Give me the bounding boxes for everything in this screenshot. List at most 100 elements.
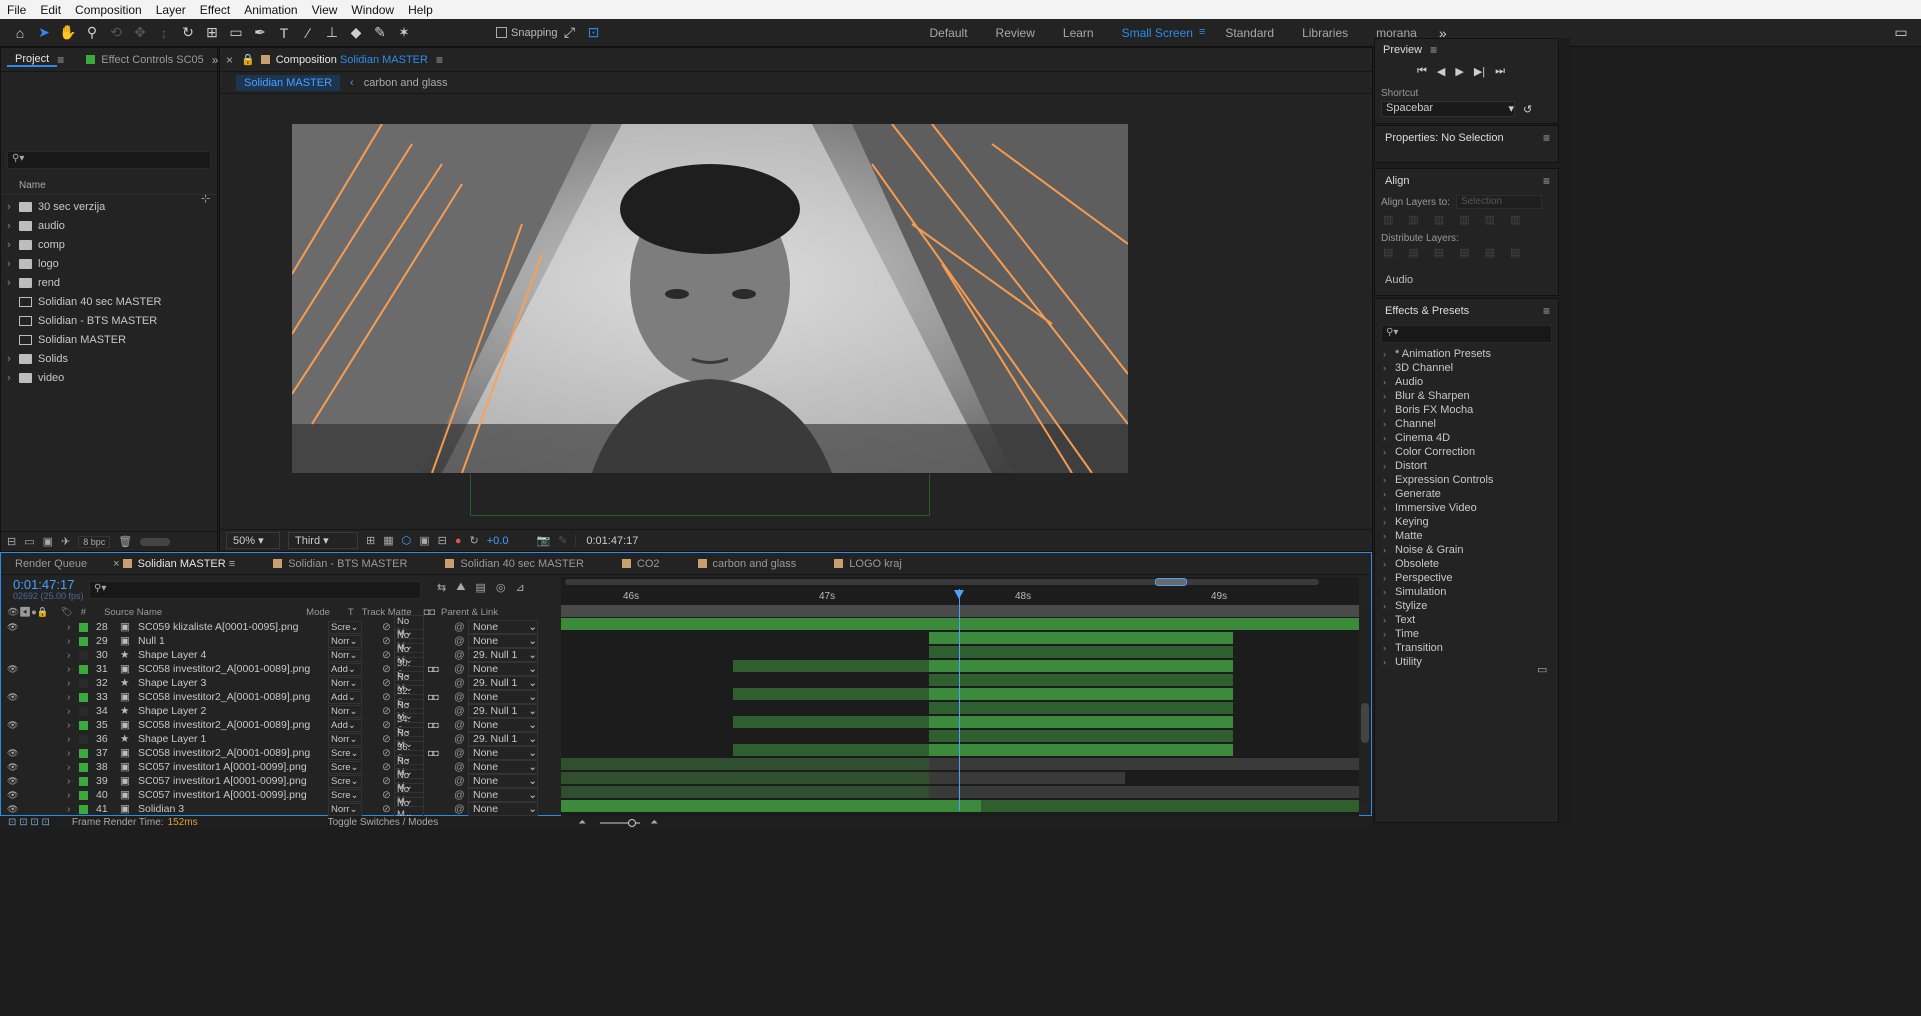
- chevron-right-icon[interactable]: ›: [1383, 447, 1395, 457]
- chevron-right-icon[interactable]: ›: [1383, 475, 1395, 485]
- orbit-tool-icon[interactable]: ⟲: [104, 22, 128, 44]
- bpc-label[interactable]: 8 bpc: [78, 535, 111, 548]
- layer-duration-bar[interactable]: [561, 618, 1359, 630]
- eraser-tool-icon[interactable]: ◆: [344, 22, 368, 44]
- menu-help[interactable]: Help: [401, 3, 440, 17]
- av-features-icon[interactable]: 👁◀●🔒: [7, 607, 49, 618]
- layer-row[interactable]: 👁 › 40 ▣ SC057 investitor1 A[0001-0099].…: [1, 783, 561, 807]
- pickwhip-icon[interactable]: @: [454, 775, 468, 787]
- puppet-tool-icon[interactable]: ✶: [392, 22, 416, 44]
- previous-frame-icon[interactable]: ◀: [1437, 65, 1445, 78]
- blend-mode-dropdown[interactable]: Norr⌄: [328, 676, 362, 690]
- layer-name[interactable]: SC057 investitor1 A[0001-0099].png: [138, 761, 328, 773]
- playhead-icon[interactable]: [954, 590, 964, 599]
- disclosure-chevron-icon[interactable]: ›: [7, 239, 13, 251]
- exposure-value[interactable]: +0.0: [487, 535, 509, 547]
- snapshot-icon[interactable]: 📷: [536, 534, 550, 547]
- effects-category[interactable]: › Utility: [1375, 655, 1558, 669]
- expand-chevron-icon[interactable]: ›: [67, 621, 77, 633]
- expand-chevron-icon[interactable]: ›: [67, 803, 77, 815]
- snap-grid-icon[interactable]: ⊡: [582, 22, 606, 44]
- layer-label-color[interactable]: [79, 734, 88, 744]
- layer-duration-bar[interactable]: [929, 730, 1233, 742]
- workspace-standard[interactable]: Standard: [1211, 26, 1288, 40]
- pickwhip-icon[interactable]: @: [454, 705, 468, 717]
- layer-row[interactable]: › 36 ★ Shape Layer 1 Norr⌄ ⊘ No M⌄ @ 29.…: [1, 727, 561, 751]
- blend-mode-dropdown[interactable]: Scre⌄: [328, 620, 362, 634]
- timeline-tab[interactable]: CO2: [614, 558, 668, 570]
- parent-dropdown[interactable]: 29. Null 1 ⌄: [468, 648, 538, 662]
- layer-duration-bar[interactable]: [929, 786, 1359, 798]
- blend-mode-dropdown[interactable]: Norr⌄: [328, 648, 362, 662]
- timeline-tab[interactable]: Solidian - BTS MASTER: [265, 558, 415, 570]
- layer-duration-bar[interactable]: [561, 800, 981, 812]
- project-item[interactable]: Solidian - BTS MASTER: [1, 311, 217, 330]
- timeline-tab[interactable]: carbon and glass: [690, 558, 805, 570]
- graph-editor-icon[interactable]: ⊿: [515, 581, 524, 594]
- layer-duration-bar[interactable]: [733, 716, 929, 728]
- blend-mode-dropdown[interactable]: Add⌄: [328, 690, 362, 704]
- lock-icon[interactable]: 🔒: [241, 53, 255, 66]
- effects-menu-icon[interactable]: ≡: [1543, 304, 1550, 318]
- matte-switches[interactable]: ◘◘: [428, 748, 454, 758]
- blend-mode-dropdown[interactable]: Norr⌄: [328, 634, 362, 648]
- effects-category[interactable]: › Audio: [1375, 375, 1558, 389]
- parent-dropdown[interactable]: None ⌄: [468, 802, 538, 816]
- parent-dropdown[interactable]: None ⌄: [468, 718, 538, 732]
- panel-overflow-icon[interactable]: »: [212, 53, 219, 67]
- timeline-tab[interactable]: Solidian 40 sec MASTER: [437, 558, 592, 570]
- shortcut-dropdown[interactable]: Spacebar ▾: [1381, 101, 1515, 117]
- show-snapshot-icon[interactable]: ✎: [558, 534, 567, 547]
- chevron-right-icon[interactable]: ›: [1383, 461, 1395, 471]
- layer-row[interactable]: 👁 › 38 ▣ SC057 investitor1 A[0001-0099].…: [1, 755, 561, 779]
- layer-duration-bar[interactable]: [929, 674, 1233, 686]
- layer-duration-bar[interactable]: [929, 660, 1233, 672]
- eye-icon[interactable]: 👁: [7, 720, 21, 731]
- menu-animation[interactable]: Animation: [237, 3, 304, 17]
- chevron-right-icon[interactable]: ›: [1383, 349, 1395, 359]
- layer-label-color[interactable]: [79, 622, 88, 632]
- label-icon[interactable]: 🏷: [61, 607, 73, 618]
- matte-switches[interactable]: ◘◘: [428, 692, 454, 702]
- effects-category[interactable]: › Text: [1375, 613, 1558, 627]
- play-icon[interactable]: ▶: [1455, 65, 1463, 78]
- eye-icon[interactable]: 👁: [7, 762, 21, 773]
- parent-dropdown[interactable]: 29. Null 1 ⌄: [468, 676, 538, 690]
- chevron-right-icon[interactable]: ›: [1383, 391, 1395, 401]
- pickwhip-icon[interactable]: @: [454, 649, 468, 661]
- current-time-display[interactable]: 0:01:47:17 02692 (25.00 fps): [13, 577, 84, 601]
- layer-label-color[interactable]: [79, 650, 88, 660]
- layer-name[interactable]: SC057 investitor1 A[0001-0099].png: [138, 775, 328, 787]
- draft-3d-icon[interactable]: ⛰: [456, 581, 465, 594]
- eye-icon[interactable]: 👁: [7, 748, 21, 759]
- trash-icon[interactable]: 🗑: [118, 535, 132, 548]
- new-preset-icon[interactable]: ▭: [1537, 663, 1547, 676]
- timeline-tab[interactable]: Render Queue: [7, 558, 95, 570]
- matte-switches[interactable]: ◘◘: [428, 664, 454, 674]
- effects-category[interactable]: › Generate: [1375, 487, 1558, 501]
- breadcrumb-item-child[interactable]: carbon and glass: [364, 77, 448, 89]
- effects-category[interactable]: › Blur & Sharpen: [1375, 389, 1558, 403]
- layer-row[interactable]: 👁 › 35 ▣ SC058 investitor2_A[0001-0089].…: [1, 713, 561, 737]
- timeline-tab-menu-icon[interactable]: ≡: [226, 558, 235, 570]
- effects-category[interactable]: › Immersive Video: [1375, 501, 1558, 515]
- project-item[interactable]: › Solids: [1, 349, 217, 368]
- parent-dropdown[interactable]: 29. Null 1 ⌄: [468, 704, 538, 718]
- effects-category[interactable]: › * Animation Presets: [1375, 347, 1558, 361]
- expand-chevron-icon[interactable]: ›: [67, 635, 77, 647]
- layer-row[interactable]: › 29 ▣ Null 1 Norr⌄ ⊘ No M⌄ @ None ⌄: [1, 629, 561, 653]
- pickwhip-icon[interactable]: @: [454, 635, 468, 647]
- chevron-right-icon[interactable]: ›: [1383, 657, 1395, 667]
- layer-row[interactable]: 👁 › 37 ▣ SC058 investitor2_A[0001-0089].…: [1, 741, 561, 765]
- align-menu-icon[interactable]: ≡: [1543, 174, 1550, 188]
- layer-duration-bar[interactable]: [929, 744, 1233, 756]
- align-buttons[interactable]: ▥▥▥▥▥▥: [1383, 213, 1558, 233]
- pickwhip-icon[interactable]: @: [454, 663, 468, 675]
- menu-composition[interactable]: Composition: [68, 3, 149, 17]
- motion-blur-icon[interactable]: ◎: [496, 581, 506, 594]
- expand-chevron-icon[interactable]: ›: [67, 705, 77, 717]
- pickwhip-icon[interactable]: @: [454, 761, 468, 773]
- expand-chevron-icon[interactable]: ›: [67, 733, 77, 745]
- blend-mode-dropdown[interactable]: Norr⌄: [328, 802, 362, 816]
- blend-mode-dropdown[interactable]: Norr⌄: [328, 732, 362, 746]
